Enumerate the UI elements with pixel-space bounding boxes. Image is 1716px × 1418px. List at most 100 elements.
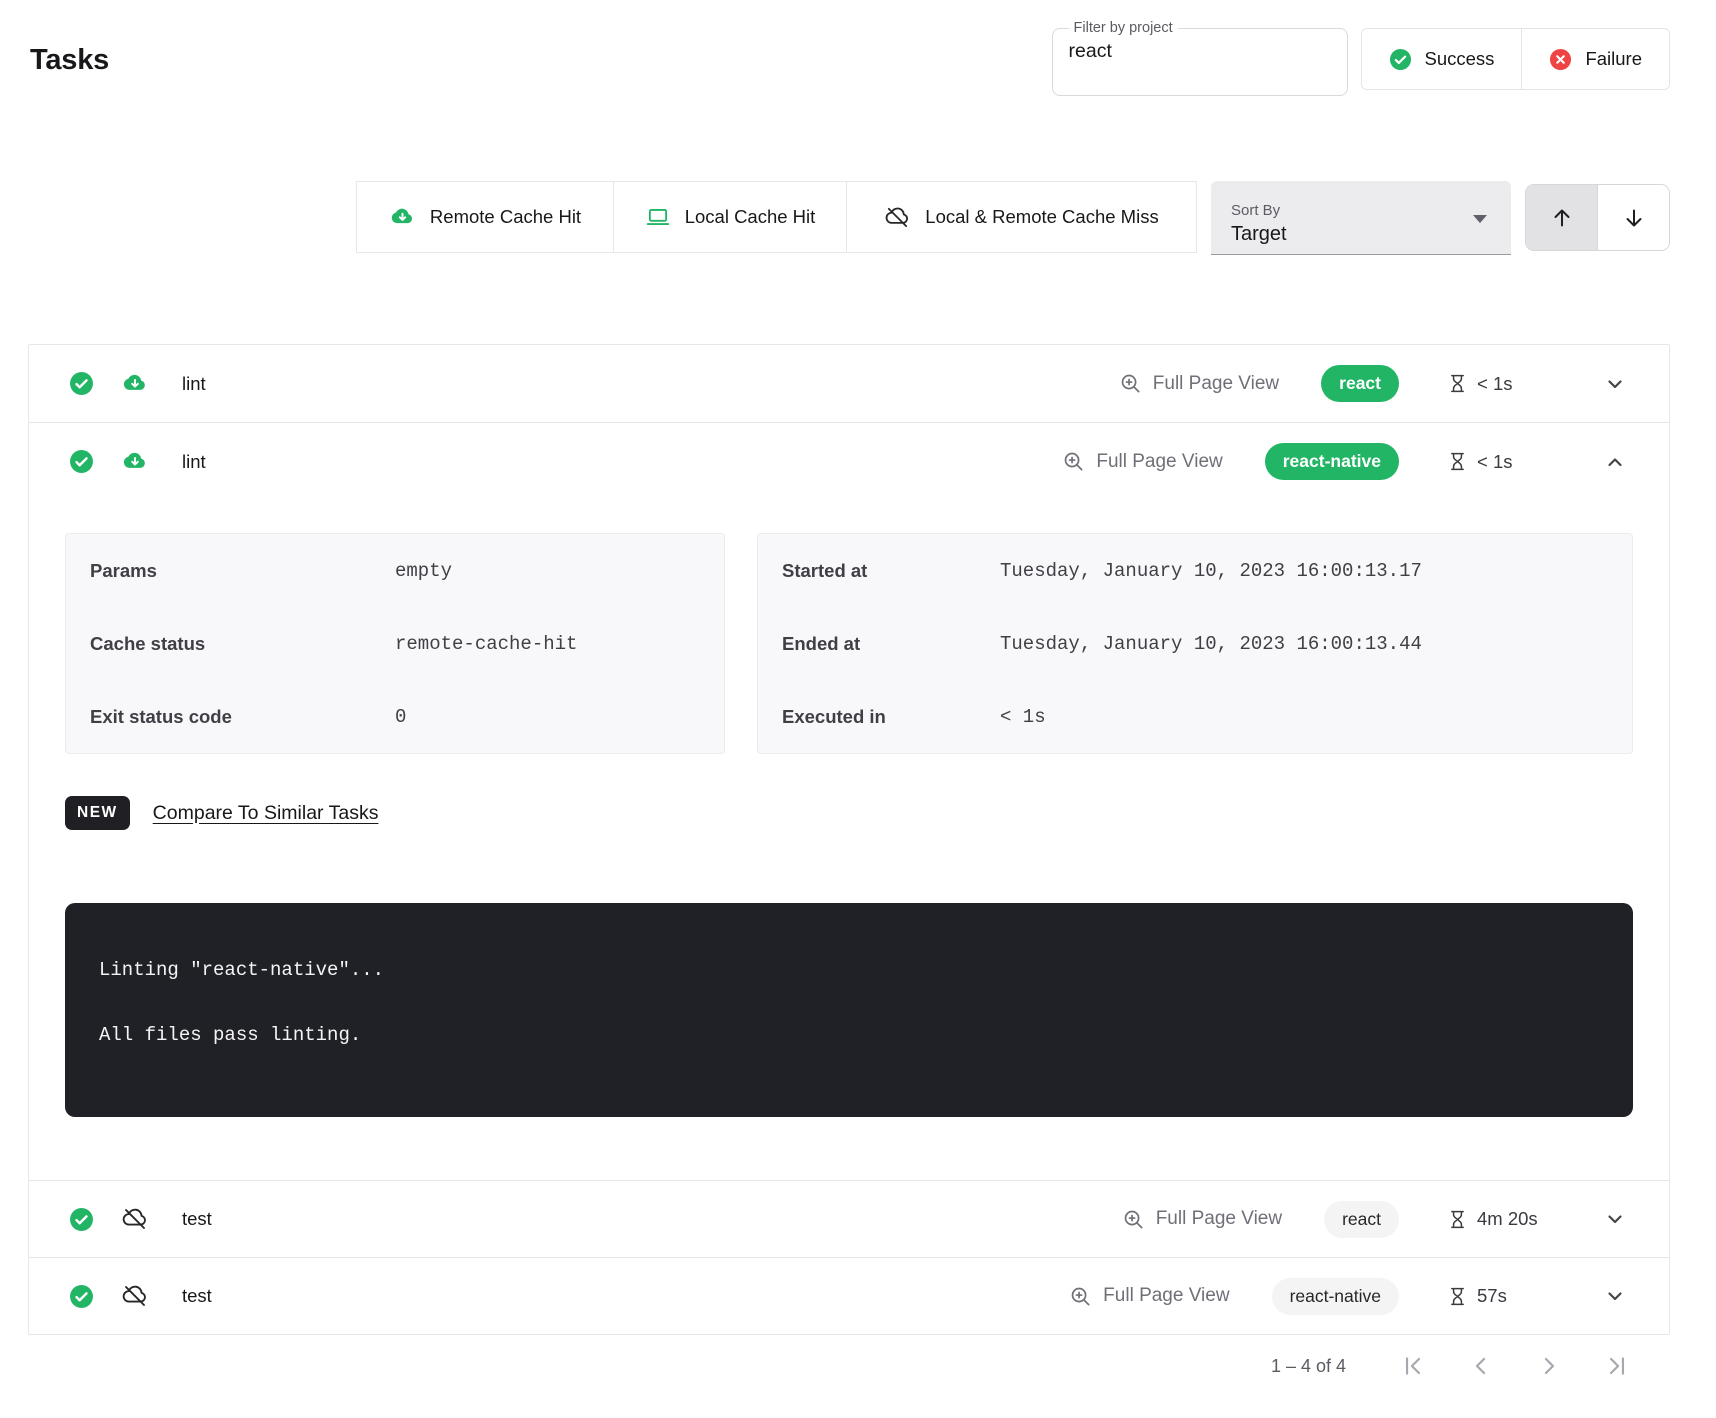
cache-miss-filter-button[interactable]: Local & Remote Cache Miss — [847, 181, 1197, 253]
task-name: lint — [182, 451, 206, 473]
expand-row-button[interactable] — [1603, 1284, 1627, 1308]
sort-by-value: Target — [1231, 223, 1491, 246]
failure-filter-button[interactable]: Failure — [1521, 29, 1669, 89]
params-label: Params — [90, 560, 395, 582]
zoom-in-icon — [1069, 1285, 1092, 1308]
cloud-download-icon — [121, 370, 149, 398]
full-page-view-label: Full Page View — [1153, 373, 1279, 395]
executed-in-value: < 1s — [1000, 706, 1046, 728]
task-row-lint-react-native-expanded: lint Full Page View react-native < 1s — [29, 422, 1669, 1180]
first-page-button[interactable] — [1400, 1353, 1426, 1379]
last-page-icon — [1604, 1353, 1630, 1379]
executed-in-label: Executed in — [782, 706, 1000, 728]
started-at-label: Started at — [782, 560, 1000, 582]
task-name: lint — [182, 373, 206, 395]
last-page-button[interactable] — [1604, 1353, 1630, 1379]
zoom-in-icon — [1122, 1208, 1145, 1231]
full-page-view-label: Full Page View — [1096, 451, 1222, 473]
check-circle-icon — [69, 449, 94, 474]
success-filter-button[interactable]: Success — [1362, 29, 1522, 89]
task-name: test — [182, 1285, 212, 1307]
exit-code-label: Exit status code — [90, 706, 395, 728]
top-bar: Tasks Filter by project Success Failure — [0, 0, 1716, 96]
cache-miss-label: Local & Remote Cache Miss — [925, 206, 1158, 228]
cloud-download-icon — [121, 448, 149, 476]
full-page-view-button[interactable]: Full Page View — [1119, 372, 1279, 395]
detail-row-ended-at: Ended at Tuesday, January 10, 2023 16:00… — [782, 607, 1632, 680]
sort-direction-group — [1525, 184, 1670, 251]
ended-at-value: Tuesday, January 10, 2023 16:00:13.44 — [1000, 633, 1422, 655]
task-row-lint-react[interactable]: lint Full Page View react < 1s — [29, 345, 1669, 422]
local-cache-hit-filter-button[interactable]: Local Cache Hit — [614, 181, 847, 253]
terminal-line: All files pass linting. — [99, 1024, 1603, 1046]
new-badge: NEW — [65, 796, 130, 830]
check-circle-icon — [69, 371, 94, 396]
pagination: 1 – 4 of 4 — [1271, 1342, 1630, 1390]
task-row-meta: Full Page View react-native < 1s — [1062, 443, 1627, 480]
exit-code-value: 0 — [395, 706, 406, 728]
first-page-icon — [1400, 1353, 1426, 1379]
full-page-view-label: Full Page View — [1156, 1208, 1282, 1230]
task-timing-panel: Started at Tuesday, January 10, 2023 16:… — [757, 533, 1633, 754]
full-page-view-label: Full Page View — [1103, 1285, 1229, 1307]
compare-to-similar-tasks-link[interactable]: Compare To Similar Tasks — [153, 802, 379, 825]
next-page-button[interactable] — [1536, 1353, 1562, 1379]
task-params-panel: Params empty Cache status remote-cache-h… — [65, 533, 725, 754]
task-details: Params empty Cache status remote-cache-h… — [29, 500, 1669, 1180]
page-title: Tasks — [30, 44, 109, 96]
arrow-up-icon — [1550, 206, 1574, 230]
project-filter-field: Filter by project — [1052, 20, 1348, 96]
detail-row-params: Params empty — [90, 534, 724, 607]
previous-page-button[interactable] — [1468, 1353, 1494, 1379]
sort-by-select[interactable]: Sort By Target — [1211, 181, 1511, 255]
collapse-row-button[interactable] — [1603, 450, 1627, 474]
chevron-up-icon — [1603, 450, 1627, 474]
remote-cache-hit-label: Remote Cache Hit — [430, 206, 581, 228]
task-row-meta: Full Page View react-native 57s — [1069, 1278, 1627, 1315]
task-row-test-react[interactable]: test Full Page View react 4m 20s — [29, 1180, 1669, 1257]
zoom-in-icon — [1062, 450, 1085, 473]
task-duration-value: 57s — [1477, 1285, 1507, 1307]
cloud-slash-icon — [121, 1205, 149, 1233]
params-value: empty — [395, 560, 452, 582]
full-page-view-button[interactable]: Full Page View — [1062, 450, 1222, 473]
task-row-meta: Full Page View react 4m 20s — [1122, 1201, 1627, 1238]
chevron-down-icon — [1603, 372, 1627, 396]
expand-row-button[interactable] — [1603, 372, 1627, 396]
ended-at-label: Ended at — [782, 633, 1000, 655]
task-duration-value: < 1s — [1477, 373, 1512, 395]
cloud-download-icon — [389, 204, 416, 231]
check-circle-icon — [1389, 48, 1412, 71]
previous-page-icon — [1468, 1353, 1494, 1379]
laptop-icon — [645, 204, 671, 230]
task-duration-value: 4m 20s — [1477, 1208, 1538, 1230]
detail-row-cache-status: Cache status remote-cache-hit — [90, 607, 724, 680]
pagination-range-label: 1 – 4 of 4 — [1271, 1356, 1346, 1377]
arrow-down-icon — [1622, 206, 1646, 230]
failure-filter-label: Failure — [1585, 48, 1642, 70]
sort-ascending-button[interactable] — [1526, 185, 1597, 250]
task-row-lint-react-native[interactable]: lint Full Page View react-native < 1s — [29, 423, 1669, 500]
cache-filter-group: Remote Cache Hit Local Cache Hit Local &… — [356, 181, 1197, 253]
caret-down-icon — [1473, 215, 1487, 223]
next-page-icon — [1536, 1353, 1562, 1379]
task-duration: < 1s — [1447, 451, 1567, 473]
remote-cache-hit-filter-button[interactable]: Remote Cache Hit — [356, 181, 614, 253]
task-row-test-react-native[interactable]: test Full Page View react-native 57s — [29, 1257, 1669, 1334]
chevron-down-icon — [1603, 1207, 1627, 1231]
cache-filter-toolbar: Remote Cache Hit Local Cache Hit Local &… — [356, 181, 1670, 255]
cache-status-value: remote-cache-hit — [395, 633, 577, 655]
task-duration-value: < 1s — [1477, 451, 1512, 473]
full-page-view-button[interactable]: Full Page View — [1069, 1285, 1229, 1308]
project-badge: react — [1321, 365, 1399, 402]
hourglass-icon — [1447, 373, 1468, 394]
check-circle-icon — [69, 1284, 94, 1309]
hourglass-icon — [1447, 1209, 1468, 1230]
project-filter-input[interactable] — [1069, 36, 1331, 63]
cloud-slash-icon — [884, 204, 911, 231]
cache-status-label: Cache status — [90, 633, 395, 655]
full-page-view-button[interactable]: Full Page View — [1122, 1208, 1282, 1231]
detail-row-started-at: Started at Tuesday, January 10, 2023 16:… — [782, 534, 1632, 607]
sort-descending-button[interactable] — [1597, 185, 1669, 250]
expand-row-button[interactable] — [1603, 1207, 1627, 1231]
